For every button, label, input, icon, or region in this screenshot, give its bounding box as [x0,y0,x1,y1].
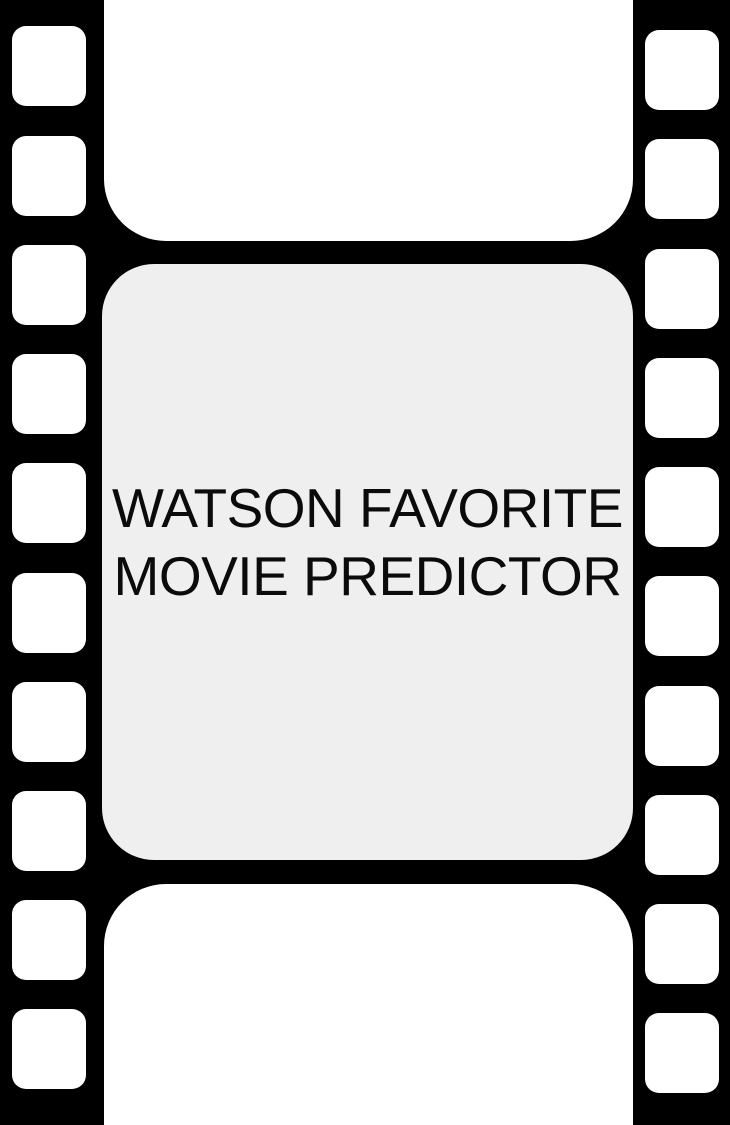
main-film-frame: WATSON FAVORITE MOVIE PREDICTOR [102,264,633,860]
perforation-hole [12,682,86,762]
perforation-hole [12,463,86,543]
bottom-film-frame [104,884,633,1125]
perforation-hole [645,30,719,110]
perforation-hole [645,795,719,875]
app-title: WATSON FAVORITE MOVIE PREDICTOR [108,474,628,610]
perforation-hole [12,136,86,216]
perforation-hole [12,900,86,980]
film-strip-icon: WATSON FAVORITE MOVIE PREDICTOR [0,0,730,1125]
perforation-hole [645,904,719,984]
perforation-hole [645,576,719,656]
perforation-hole [12,791,86,871]
perforation-hole [12,354,86,434]
perforation-hole [12,1009,86,1089]
perforation-hole [645,467,719,547]
perforation-hole [645,249,719,329]
right-perforations [645,0,721,1125]
perforation-hole [12,573,86,653]
perforation-hole [12,26,86,106]
perforation-hole [645,358,719,438]
perforation-hole [12,245,86,325]
app-title-line-1: WATSON FAVORITE [112,477,623,539]
perforation-hole [645,139,719,219]
perforation-hole [645,686,719,766]
left-perforations [12,0,88,1125]
perforation-hole [645,1013,719,1093]
top-film-frame [104,0,633,241]
app-title-line-2: MOVIE PREDICTOR [113,545,622,607]
